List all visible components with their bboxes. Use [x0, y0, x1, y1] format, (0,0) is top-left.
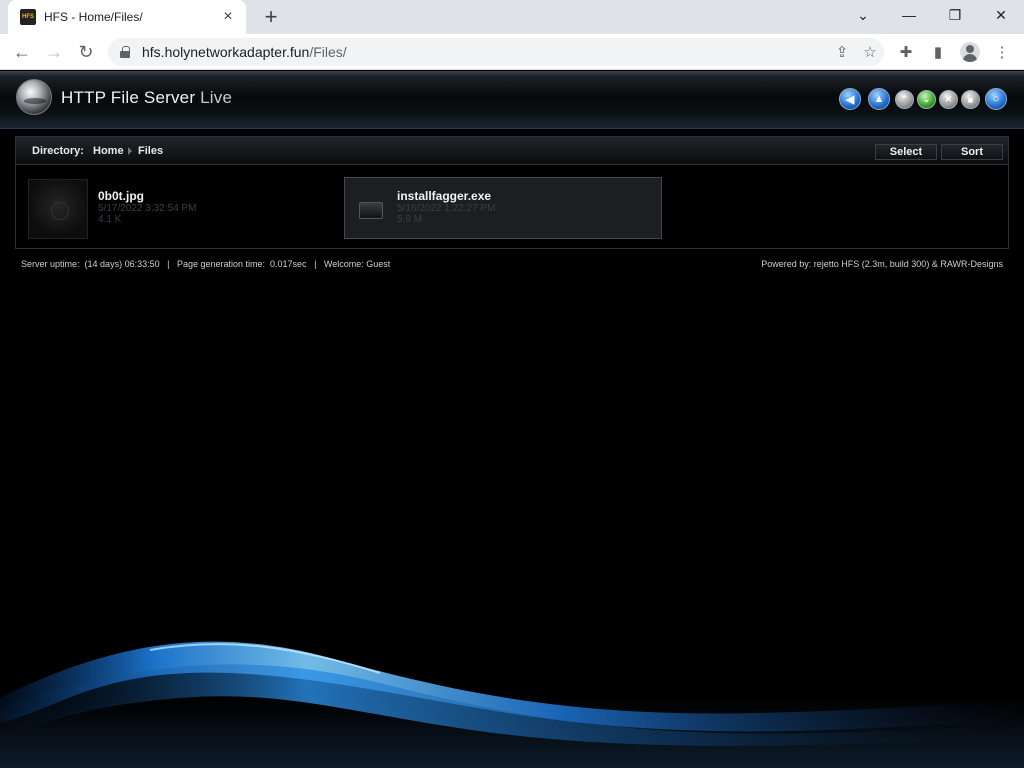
- profile-icon[interactable]: [957, 40, 983, 64]
- lock-login-icon[interactable]: ■: [961, 90, 980, 109]
- restore-icon[interactable]: ❐: [932, 0, 978, 30]
- file-size: 4.1 K: [98, 214, 122, 225]
- close-window-icon[interactable]: ✕: [978, 0, 1024, 30]
- share-icon[interactable]: ⇪: [828, 43, 856, 61]
- powered-by: Powered by: rejetto HFS (2.3m, build 300…: [761, 259, 1003, 269]
- file-date: 5/16/2022 1:22:27 PM: [397, 203, 496, 214]
- file-date: 5/17/2022 3:32:54 PM: [98, 203, 197, 214]
- forward-icon[interactable]: →: [41, 39, 67, 65]
- file-name[interactable]: installfagger.exe: [397, 189, 491, 203]
- directory-bar: Directory: Home Files Select Sort: [16, 137, 1008, 165]
- file-icon: [359, 202, 383, 219]
- back-arrow-icon[interactable]: ◀: [839, 88, 861, 110]
- home-icon[interactable]: ▲: [868, 88, 890, 110]
- file-item[interactable]: installfagger.exe 5/16/2022 1:22:27 PM 5…: [344, 177, 662, 239]
- expand-down-icon[interactable]: ⌄: [917, 90, 936, 109]
- side-panel-icon[interactable]: ▮: [925, 40, 951, 64]
- file-item[interactable]: 0b0t.jpg 5/17/2022 3:32:54 PM 4.1 K: [16, 177, 334, 239]
- close-tab-icon[interactable]: ×: [220, 8, 236, 26]
- bookmark-star-icon[interactable]: ☆: [856, 43, 884, 61]
- delete-icon[interactable]: ✕: [939, 90, 958, 109]
- decorative-swoosh: [0, 641, 1024, 768]
- file-size: 5.9 M: [397, 214, 423, 225]
- select-button[interactable]: Select: [875, 144, 937, 160]
- page: HTTP File Server Live ◀ ▲ ⌃ ⌄ ✕ ■ ○ Dire…: [0, 71, 1024, 768]
- breadcrumb-home[interactable]: Home: [93, 145, 124, 157]
- file-panel: Directory: Home Files Select Sort 0b0t.j…: [15, 136, 1009, 249]
- breadcrumb-files[interactable]: Files: [138, 145, 163, 157]
- image-thumbnail[interactable]: [28, 179, 88, 239]
- reload-icon[interactable]: ↻: [73, 39, 99, 65]
- tab-strip: HFS HFS - Home/Files/ × + ⌄ — ❐ ✕: [0, 0, 1024, 34]
- url-text[interactable]: hfs.holynetworkadapter.fun/Files/: [142, 44, 828, 60]
- file-name[interactable]: 0b0t.jpg: [98, 189, 144, 203]
- server-info: Server uptime: (14 days) 06:33:50 | Page…: [21, 259, 391, 269]
- extensions-icon[interactable]: ✚: [893, 40, 919, 64]
- breadcrumb-separator-icon: [128, 147, 132, 155]
- menu-icon[interactable]: ⋮: [989, 40, 1015, 64]
- directory-label: Directory:: [32, 145, 84, 157]
- hfs-logo-icon: [16, 79, 52, 115]
- address-bar[interactable]: hfs.holynetworkadapter.fun/Files/ ⇪ ☆: [108, 38, 884, 66]
- lock-icon[interactable]: [120, 46, 130, 58]
- expand-up-icon[interactable]: ⌃: [895, 90, 914, 109]
- hfs-favicon-icon: HFS: [20, 9, 36, 25]
- tab-search-icon[interactable]: ⌄: [840, 0, 886, 30]
- minimize-icon[interactable]: —: [886, 0, 932, 30]
- browser-toolbar: ← → ↻ hfs.holynetworkadapter.fun/Files/ …: [0, 34, 1024, 70]
- site-header: HTTP File Server Live ◀ ▲ ⌃ ⌄ ✕ ■ ○: [0, 71, 1024, 129]
- sort-button[interactable]: Sort: [941, 144, 1003, 160]
- back-icon[interactable]: ←: [9, 39, 35, 65]
- browser-tab[interactable]: HFS HFS - Home/Files/ ×: [8, 0, 246, 34]
- avatar: [960, 42, 980, 62]
- tab-title: HFS - Home/Files/: [44, 10, 143, 24]
- new-tab-button[interactable]: +: [258, 4, 284, 30]
- search-icon[interactable]: ○: [985, 88, 1007, 110]
- site-title: HTTP File Server Live: [61, 88, 233, 107]
